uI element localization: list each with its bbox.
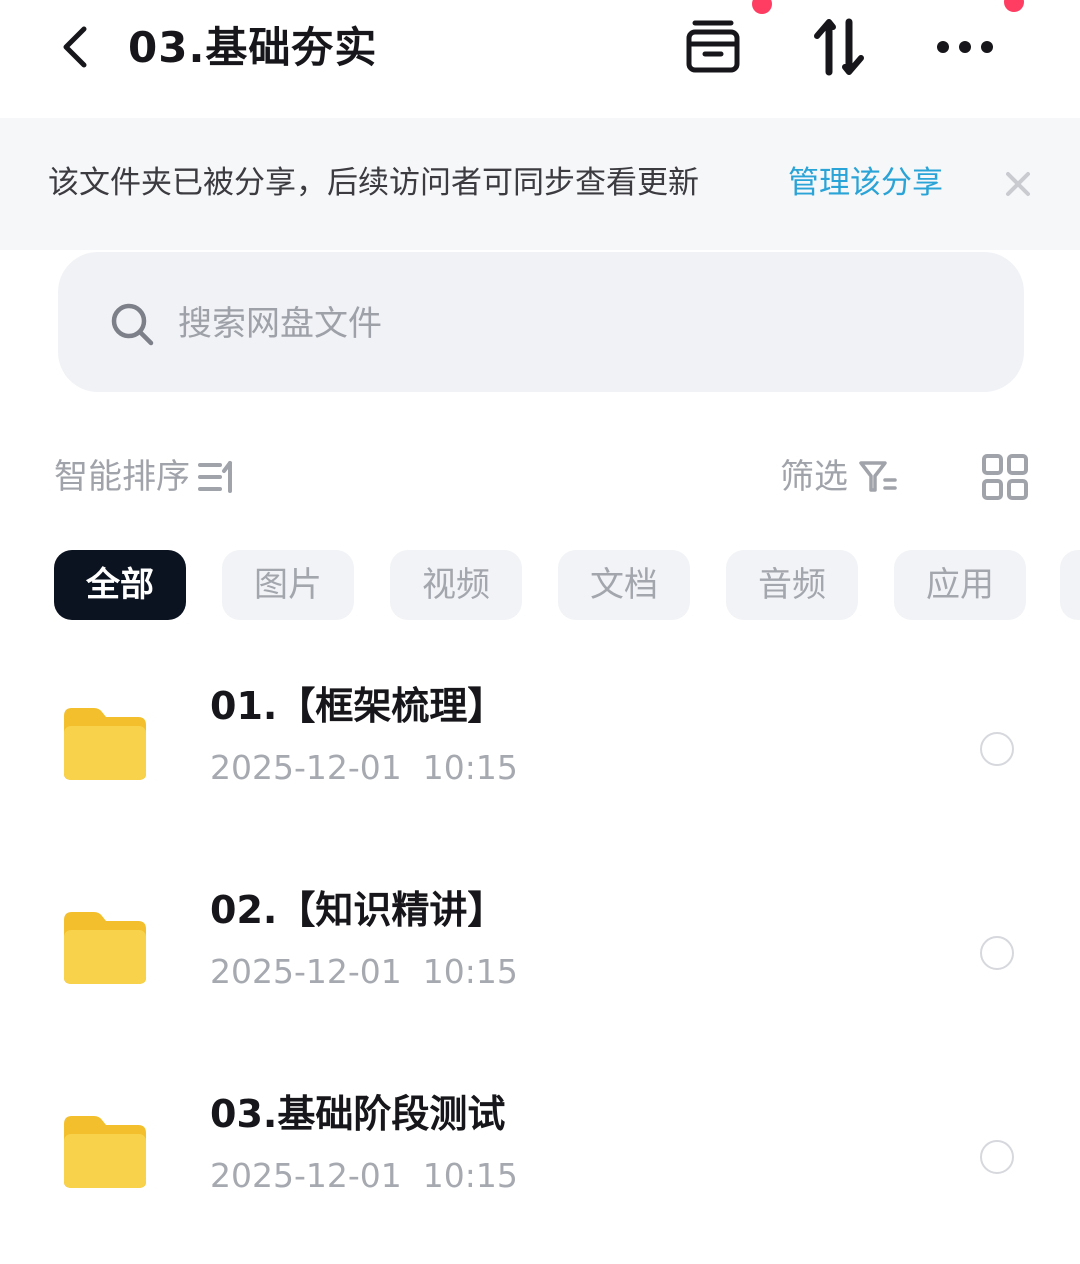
file-date: 2025-12-01 10:15 — [210, 952, 518, 991]
folder-icon — [64, 912, 146, 984]
page-title: 03.基础夯实 — [128, 23, 378, 72]
share-banner: 该文件夹已被分享，后续访问者可同步查看更新 管理该分享 — [0, 118, 1080, 250]
close-icon — [1006, 172, 1030, 196]
filter-label: 筛选 — [780, 457, 848, 497]
sort-arrows-icon — [814, 18, 864, 76]
file-date: 2025-12-01 10:15 — [210, 748, 518, 787]
grid-view-icon[interactable] — [980, 452, 1030, 502]
category-chip-documents[interactable]: 文档 — [558, 550, 690, 620]
banner-close-button[interactable] — [996, 162, 1040, 206]
back-button[interactable] — [48, 18, 102, 76]
top-bar: 03.基础夯实 — [0, 0, 1080, 118]
sort-button[interactable]: 智能排序 — [54, 450, 238, 504]
search-icon — [111, 303, 154, 346]
share-message: 该文件夹已被分享，后续访问者可同步查看更新 — [48, 165, 699, 201]
chevron-left-icon — [63, 26, 87, 68]
list-item[interactable]: 01.【框架梳理】 2025-12-01 10:15 — [0, 670, 1080, 850]
list-item[interactable]: 02.【知识精讲】 2025-12-01 10:15 — [0, 874, 1080, 1054]
category-chip-audio[interactable]: 音频 — [726, 550, 858, 620]
sort-label: 智能排序 — [54, 457, 190, 497]
archive-box-icon — [686, 20, 740, 73]
search-input[interactable] — [176, 294, 956, 354]
more-dots-icon — [937, 41, 993, 53]
file-name: 01.【框架梳理】 — [210, 684, 506, 728]
transfer-button[interactable] — [806, 14, 872, 80]
sort-list-icon — [198, 461, 232, 493]
more-button[interactable] — [932, 14, 998, 80]
select-radio[interactable] — [980, 732, 1014, 766]
filter-icon — [859, 461, 897, 492]
category-chip-all[interactable]: 全部 — [54, 550, 186, 620]
file-name: 02.【知识精讲】 — [210, 888, 506, 932]
notification-badge — [1004, 0, 1024, 12]
category-chip-images[interactable]: 图片 — [222, 550, 354, 620]
folder-icon — [64, 708, 146, 780]
category-chip-videos[interactable]: 视频 — [390, 550, 522, 620]
file-date: 2025-12-01 10:15 — [210, 1156, 518, 1195]
filter-button[interactable]: 筛选 — [780, 450, 898, 504]
select-radio[interactable] — [980, 936, 1014, 970]
category-chip-apps[interactable]: 应用 — [894, 550, 1026, 620]
file-name: 03.基础阶段测试 — [210, 1092, 506, 1136]
folder-icon — [64, 1116, 146, 1188]
category-chip-more[interactable] — [1060, 550, 1080, 620]
notification-badge — [752, 0, 772, 14]
select-radio[interactable] — [980, 1140, 1014, 1174]
manage-share-link[interactable]: 管理该分享 — [788, 158, 943, 208]
list-item[interactable]: 03.基础阶段测试 2025-12-01 10:15 — [0, 1078, 1080, 1258]
archive-button[interactable] — [680, 14, 746, 80]
